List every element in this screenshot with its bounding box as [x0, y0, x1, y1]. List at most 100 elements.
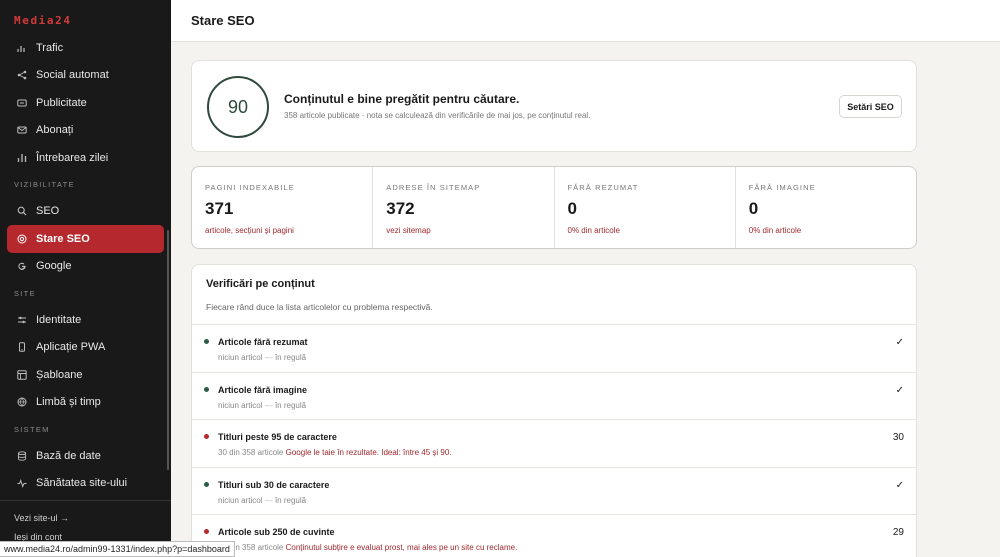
stat-value: 372: [386, 199, 415, 218]
sidebar-item-label: Șabloane: [36, 368, 83, 381]
sidebar-item-trafic[interactable]: Trafic: [0, 34, 171, 62]
check-title: Articole fără imagine: [218, 384, 308, 395]
stat-link[interactable]: vezi sitemap: [386, 226, 430, 235]
sidebar-item-label: Întrebarea zilei: [36, 151, 109, 164]
stat-label: FĂRĂ REZUMAT: [567, 183, 639, 192]
check-title: Titluri sub 30 de caractere: [218, 479, 330, 490]
phone-icon: [17, 342, 27, 352]
target-icon: [17, 234, 27, 244]
mail-icon: [17, 125, 27, 135]
check-mark-icon: ✓: [895, 337, 904, 348]
stat-link[interactable]: articole, secțiuni și pagini: [205, 226, 294, 235]
template-icon: [17, 370, 27, 380]
sidebar-item-baza-de-date[interactable]: Bază de date: [0, 442, 171, 470]
check-count-value: 29: [892, 527, 904, 538]
check-count-value: 30: [892, 432, 904, 443]
check-subtitle: niciun articol — în regulă: [218, 401, 306, 410]
sidebar-item-abonati[interactable]: Abonați: [0, 117, 171, 145]
sidebar-item-intrebarea-zilei[interactable]: Întrebarea zilei: [0, 144, 171, 172]
check-count: niciun articol: [218, 353, 263, 362]
check-count: 30 din 358 articole: [218, 448, 284, 457]
globe-icon: [17, 397, 27, 407]
sidebar-item-seo[interactable]: SEO: [0, 198, 171, 226]
seo-score-ring: 90: [207, 76, 269, 138]
check-row-short-titles[interactable]: Titluri sub 30 de caractere niciun artic…: [192, 468, 916, 515]
check-count: niciun articol: [218, 400, 263, 410]
status-warning-dot: [204, 434, 209, 439]
sidebar-item-limba-si-timp[interactable]: Limbă și timp: [0, 389, 171, 417]
sidebar-item-label: Sănătatea site-ului: [36, 477, 128, 490]
sidebar-item-google[interactable]: Google: [0, 253, 171, 281]
content-checks-card: Verificări pe conținut Fiecare rând duce…: [191, 264, 917, 557]
seo-stats-card: PAGINI INDEXABILE 371 articole, secțiuni…: [191, 166, 917, 249]
check-title: Articole sub 250 de cuvinte: [218, 527, 335, 537]
sidebar-item-label: Social automat: [36, 69, 109, 82]
check-subtitle: 30 din 358 articole Google le taie în re…: [218, 448, 452, 457]
check-subtitle: 29 din 358 articole Conținutul subțire e…: [218, 543, 517, 552]
sidebar-item-social-automat[interactable]: Social automat: [0, 62, 171, 90]
check-row-long-titles[interactable]: Titluri peste 95 de caractere 30 din 358…: [192, 420, 916, 468]
browser-status-bar: www.media24.ro/admin99-1331/index.php?p=…: [0, 541, 235, 557]
sidebar-item-label: Bază de date: [36, 449, 101, 462]
stat-no-image: FĂRĂ IMAGINE 0 0% din articole: [736, 167, 916, 248]
check-status-text: în regulă: [274, 495, 307, 505]
seo-settings-button[interactable]: Setări SEO: [839, 95, 902, 118]
section-label-vizibilitate: VIZIBILITATE: [14, 180, 75, 189]
sidebar-item-publicitate[interactable]: Publicitate: [0, 89, 171, 117]
sidebar-item-aplicatie-pwa[interactable]: Aplicație PWA: [0, 334, 171, 362]
status-ok-dot: [204, 481, 209, 487]
ad-icon: [17, 98, 27, 108]
status-ok-dot: [204, 339, 209, 344]
check-row-no-image[interactable]: Articole fără imagine niciun articol — î…: [192, 373, 916, 420]
check-separator: —: [264, 400, 273, 410]
google-icon: [17, 261, 27, 271]
check-separator: —: [264, 353, 273, 362]
sidebar-item-sanatatea-site-ului[interactable]: Sănătatea site-ului: [0, 470, 171, 498]
chart-icon: [17, 43, 27, 53]
check-title: Articole fără rezumat: [218, 337, 308, 347]
sidebar-item-label: Abonați: [36, 124, 74, 137]
sidebar-item-label: Stare SEO: [36, 232, 90, 245]
stat-label: PAGINI INDEXABILE: [205, 183, 295, 192]
check-title: Titluri peste 95 de caractere: [218, 432, 337, 442]
stat-link[interactable]: 0% din articole: [749, 226, 801, 235]
sidebar-nav: Trafic Social automat Publicitate Abonaț…: [0, 34, 171, 497]
seo-score-title: Conținutul e bine pregătit pentru căutar…: [284, 92, 520, 106]
check-status-text: în regulă: [274, 400, 307, 410]
sidebar: Media24 Trafic Social automat Publicitat…: [0, 0, 171, 557]
sidebar-item-label: Publicitate: [36, 96, 87, 109]
stat-link[interactable]: 0% din articole: [568, 226, 620, 235]
share-icon: [17, 70, 27, 80]
section-label-sistem: SISTEM: [14, 424, 50, 434]
stat-value: 0: [748, 199, 759, 218]
sidebar-item-label: Google: [36, 260, 72, 273]
stat-value: 371: [205, 199, 234, 218]
sidebar-item-label: Trafic: [36, 41, 64, 54]
check-list: Articole fără rezumat niciun articol — î…: [192, 324, 916, 557]
bar-chart-icon: [17, 153, 27, 163]
seo-score-card: 90 Conținutul e bine pregătit pentru cău…: [191, 60, 917, 152]
status-ok-dot: [204, 386, 209, 392]
sidebar-item-sabloane[interactable]: Șabloane: [0, 361, 171, 389]
sidebar-scrollbar[interactable]: [167, 230, 169, 470]
topbar: Stare SEO: [171, 0, 1000, 42]
check-description: Google le taie în rezultate. Ideal: într…: [285, 448, 452, 457]
check-row-thin-content[interactable]: Articole sub 250 de cuvinte 29 din 358 a…: [192, 515, 916, 557]
main-content: Stare SEO 90 Conținutul e bine pregătit …: [171, 0, 1000, 557]
check-subtitle: niciun articol — în regulă: [218, 353, 306, 362]
view-site-link[interactable]: Vezi site-ul →: [0, 508, 171, 527]
stat-indexable-pages: PAGINI INDEXABILE 371 articole, secțiuni…: [192, 167, 374, 248]
stat-value: 0: [567, 199, 577, 218]
check-row-no-summary[interactable]: Articole fără rezumat niciun articol — î…: [192, 325, 916, 373]
sidebar-item-stare-seo[interactable]: Stare SEO: [7, 225, 164, 253]
sidebar-item-label: Aplicație PWA: [36, 341, 106, 354]
sidebar-footer: Vezi site-ul → Ieși din cont: [0, 500, 171, 546]
check-subtitle: niciun articol — în regulă: [218, 496, 306, 505]
content-checks-title: Verificări pe conținut: [206, 278, 315, 290]
sidebar-item-identitate[interactable]: Identitate: [0, 306, 171, 334]
check-mark-icon: ✓: [895, 479, 904, 491]
content-checks-description: Fiecare rând duce la lista articolelor c…: [206, 302, 433, 312]
brand-logo[interactable]: Media24: [14, 14, 72, 27]
section-label-site: SITE: [14, 288, 36, 298]
pulse-icon: [17, 478, 27, 489]
